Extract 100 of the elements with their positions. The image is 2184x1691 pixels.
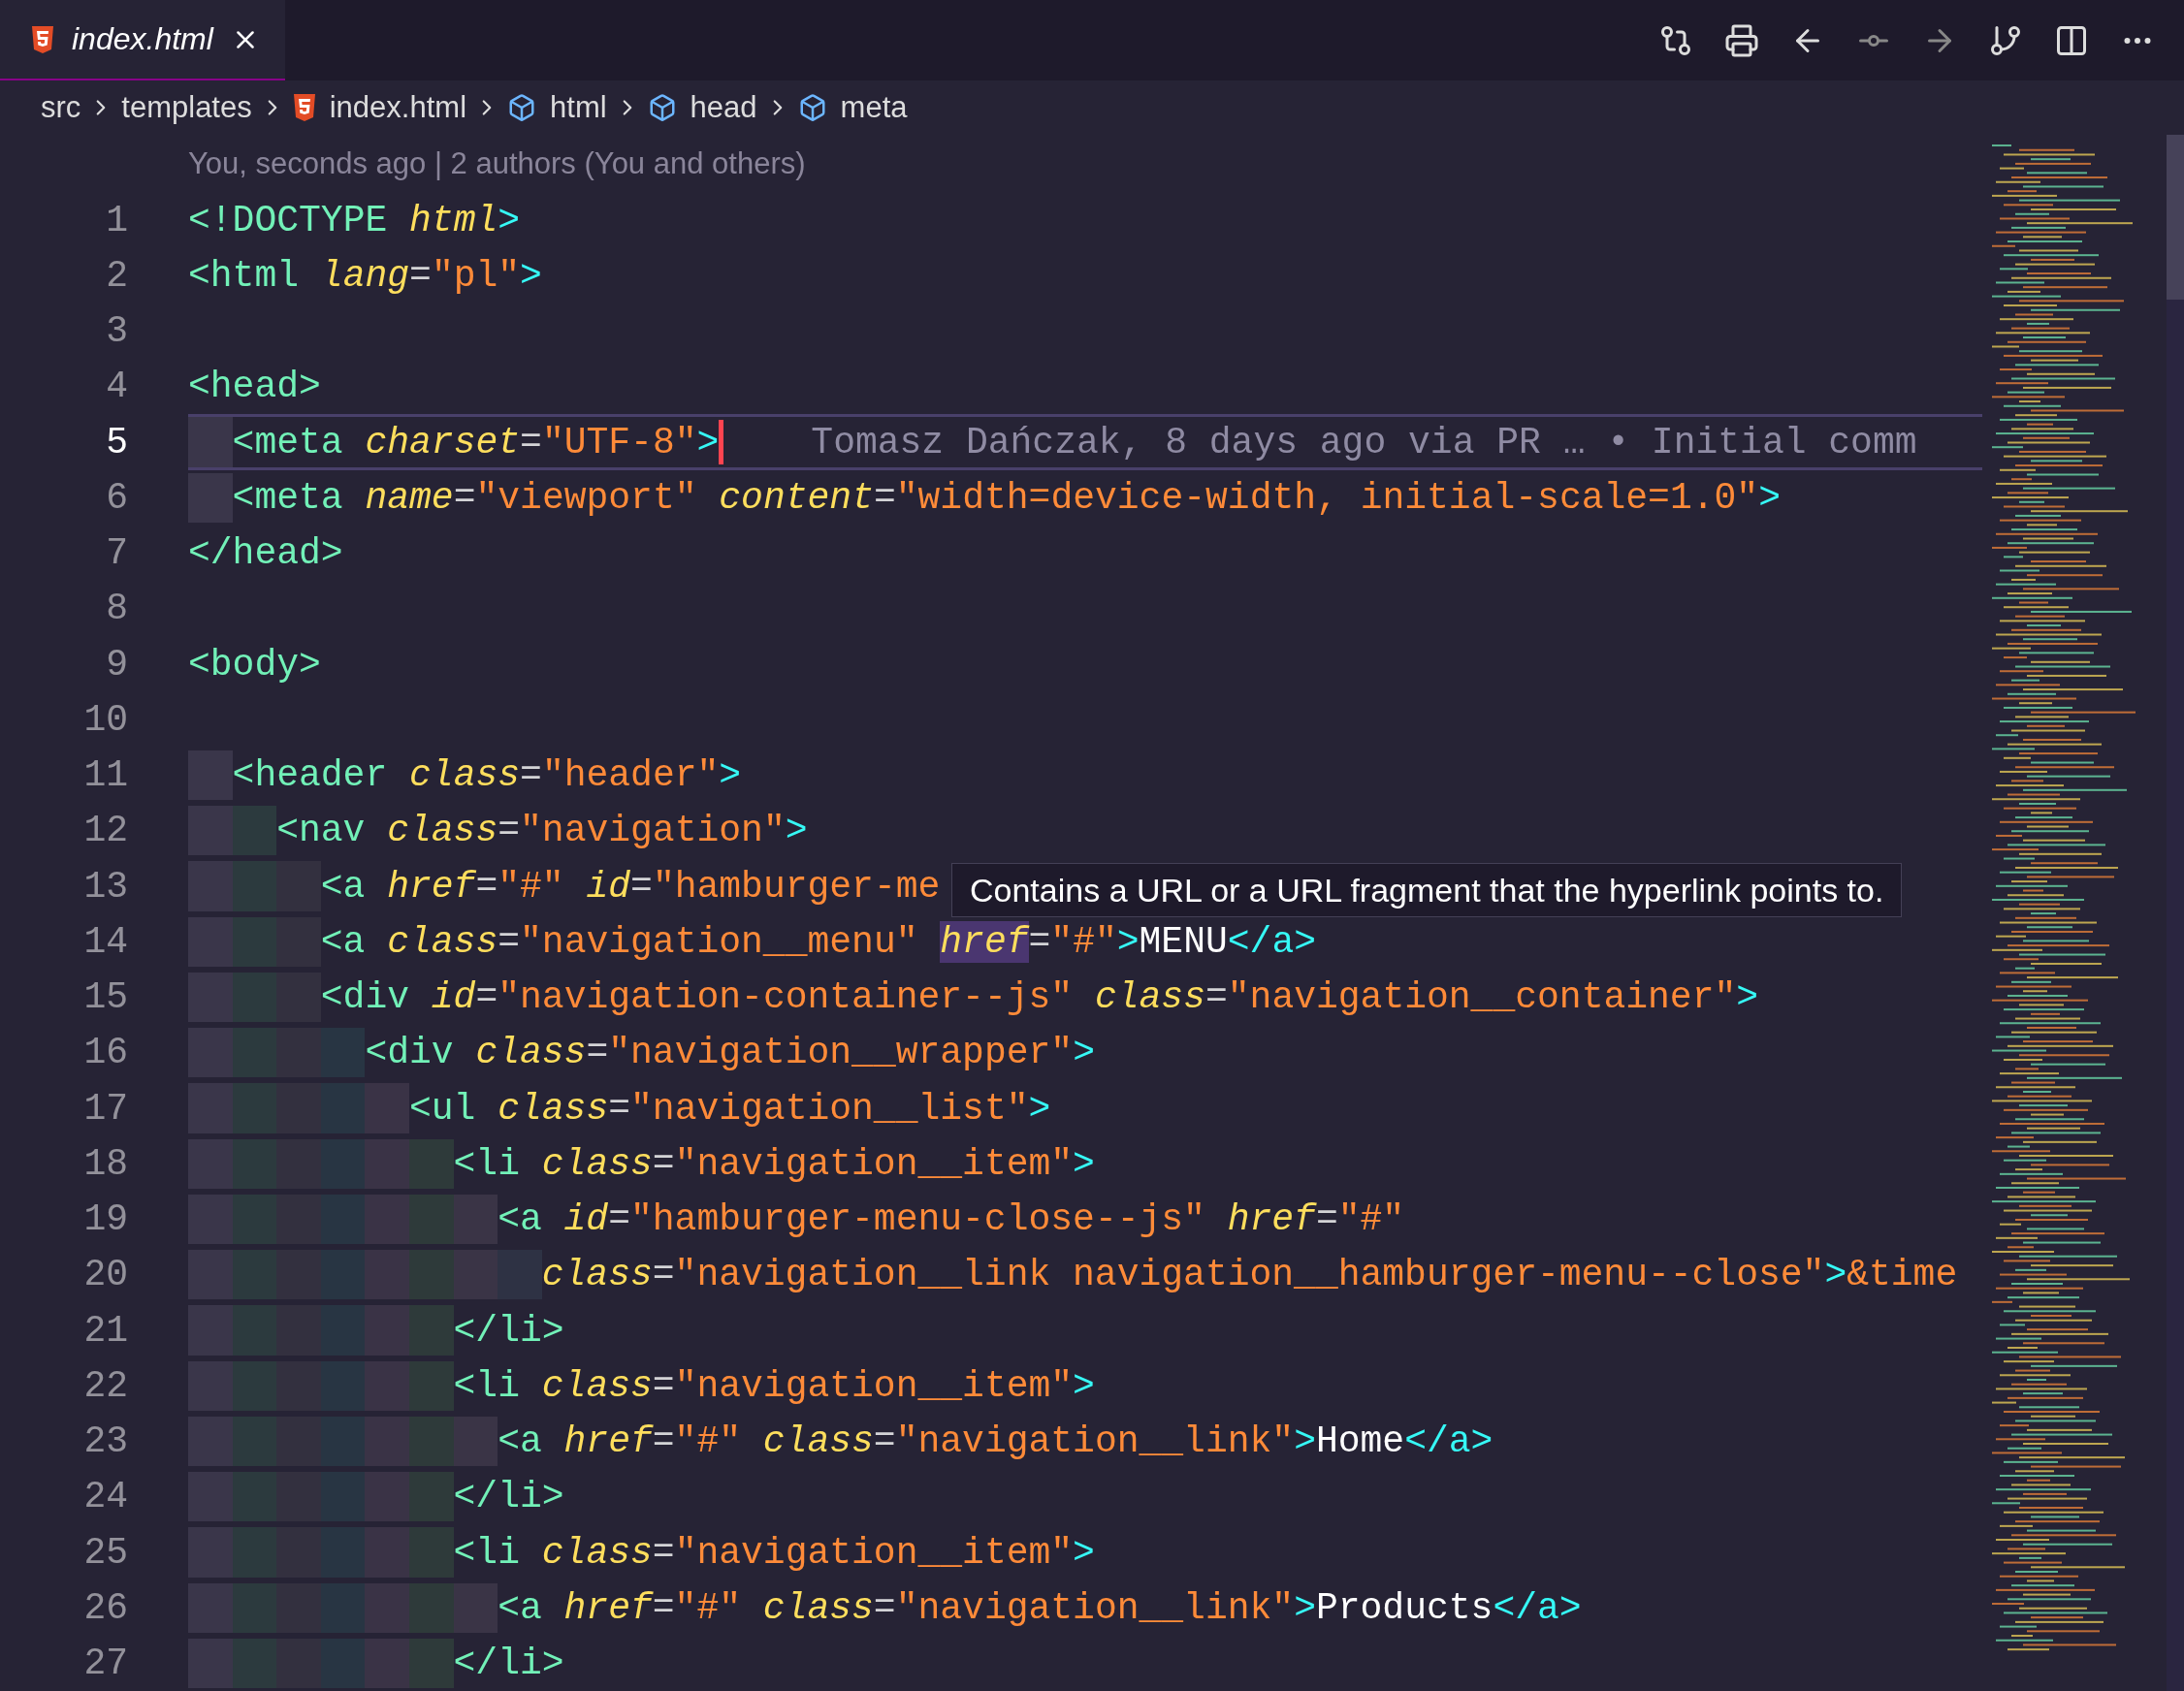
code-token: <meta	[232, 476, 343, 519]
code-token: <li	[453, 1364, 520, 1407]
code-token: lang	[319, 254, 410, 297]
code-token: "#"	[1337, 1198, 1405, 1241]
code-token: "pl"	[431, 254, 521, 297]
code-token: class	[761, 1420, 874, 1463]
code-token: class	[386, 920, 498, 963]
code-token: <a	[320, 865, 366, 908]
code-token: >	[1073, 1531, 1095, 1574]
line-number: 9	[105, 643, 128, 686]
code-token: name	[364, 476, 454, 519]
code-token: <div	[320, 976, 409, 1019]
code-token: content	[718, 476, 874, 519]
breadcrumb-item[interactable]: meta	[797, 90, 908, 125]
code-token: class	[497, 1087, 609, 1130]
code-token: =	[1204, 976, 1228, 1019]
code-token: =	[520, 754, 542, 797]
code-token: =	[498, 920, 521, 963]
code-token: class	[386, 810, 498, 852]
line-number: 20	[82, 1254, 128, 1296]
code-token: "navigation__link"	[895, 1420, 1295, 1463]
code-token: id	[585, 865, 631, 908]
code-token: </head>	[188, 532, 343, 575]
code-token: "#"	[498, 865, 564, 908]
line-number: 2	[105, 254, 128, 297]
code-token: "viewport"	[475, 476, 697, 519]
text-cursor	[719, 420, 724, 465]
html5-icon	[292, 94, 316, 121]
code-token: =	[475, 976, 498, 1019]
code-token: <header	[232, 754, 388, 797]
code-token: "hamburger-me	[652, 865, 941, 908]
line-number: 3	[105, 310, 128, 353]
code-token: <a	[498, 1420, 542, 1463]
code-token: =	[873, 476, 896, 519]
code-token: >	[1824, 1254, 1847, 1296]
code-token: Home	[1315, 1420, 1405, 1463]
blame-annotation: Tomasz Dańczak, 8 days ago via PR … • Initial comm	[811, 421, 1917, 463]
breadcrumb-item[interactable]: src	[41, 90, 81, 125]
hovered-attribute: href	[940, 920, 1029, 963]
code-token: >	[498, 199, 521, 241]
code-token: <head>	[188, 366, 321, 408]
breadcrumb-item[interactable]: templates	[121, 90, 252, 125]
code-token: </li>	[453, 1643, 564, 1685]
breadcrumb-item[interactable]: index.html	[292, 90, 467, 125]
code-token: >	[1294, 1586, 1316, 1629]
code-token: "navigation__link"	[895, 1586, 1295, 1629]
line-number: 24	[82, 1476, 128, 1518]
file-tab[interactable]: index.html	[0, 0, 285, 80]
line-number: 12	[82, 810, 128, 852]
code-token: >	[1758, 476, 1781, 519]
code-token: <li	[453, 1531, 520, 1574]
code-token: "width=device-width, initial-scale=1.0"	[895, 476, 1759, 519]
line-number: 1	[105, 199, 128, 241]
html5-icon	[31, 25, 54, 53]
code-token: =	[652, 1142, 675, 1185]
code-token: >	[785, 810, 808, 852]
code-token: charset	[364, 421, 521, 463]
code-token: =	[652, 1364, 675, 1407]
code-token: class	[408, 754, 521, 797]
line-number: 16	[82, 1032, 128, 1074]
code-token: id	[562, 1198, 609, 1241]
line-number: 27	[82, 1643, 128, 1685]
code-token: >	[520, 254, 542, 297]
code-token: =	[608, 1087, 631, 1130]
code-token: <a	[320, 920, 366, 963]
code-token: "navigation__list"	[630, 1087, 1029, 1130]
code-token: =	[409, 254, 432, 297]
code-token: href	[386, 865, 476, 908]
code-token: =	[498, 810, 521, 852]
breadcrumb-item[interactable]: html	[507, 90, 607, 125]
code-token: "UTF-8"	[541, 421, 697, 463]
indent-guide	[188, 417, 233, 467]
code-token: "hamburger-menu-close--js"	[630, 1198, 1205, 1241]
line-number: 23	[82, 1420, 128, 1463]
printer-icon[interactable]	[1724, 22, 1759, 58]
line-number: 13	[82, 865, 128, 908]
code-token: "navigation__menu"	[520, 920, 918, 963]
code-token: <a	[498, 1586, 542, 1629]
breadcrumb-item[interactable]: head	[647, 90, 757, 125]
hover-tooltip: Contains a URL or a URL fragment that the hyperlink points to.	[951, 863, 1903, 918]
code-token: =	[652, 1531, 675, 1574]
code-token: =	[475, 865, 498, 908]
blame-header[interactable]: You, seconds ago | 2 authors (You and others)	[0, 135, 1982, 193]
code-token: =	[520, 421, 542, 463]
code-token: =	[586, 1032, 609, 1074]
code-token: =	[873, 1586, 896, 1629]
code-token: =	[873, 1420, 896, 1463]
code-token: >	[1073, 1364, 1095, 1407]
code-token: <meta	[232, 421, 343, 463]
code-token: "navigation__link navigation__hamburger-menu--close"	[674, 1254, 1825, 1296]
scrollbar[interactable]	[2167, 135, 2184, 1691]
code-token: class	[1093, 976, 1205, 1019]
cube-icon	[507, 93, 537, 122]
code-token: <body>	[188, 643, 321, 686]
code-token: <!DOCTYPE	[188, 199, 388, 241]
line-number: 11	[82, 754, 128, 797]
line-number: 7	[105, 532, 128, 575]
code-token: >	[1116, 920, 1140, 963]
line-number: 22	[82, 1364, 128, 1407]
line-number: 6	[105, 476, 128, 519]
